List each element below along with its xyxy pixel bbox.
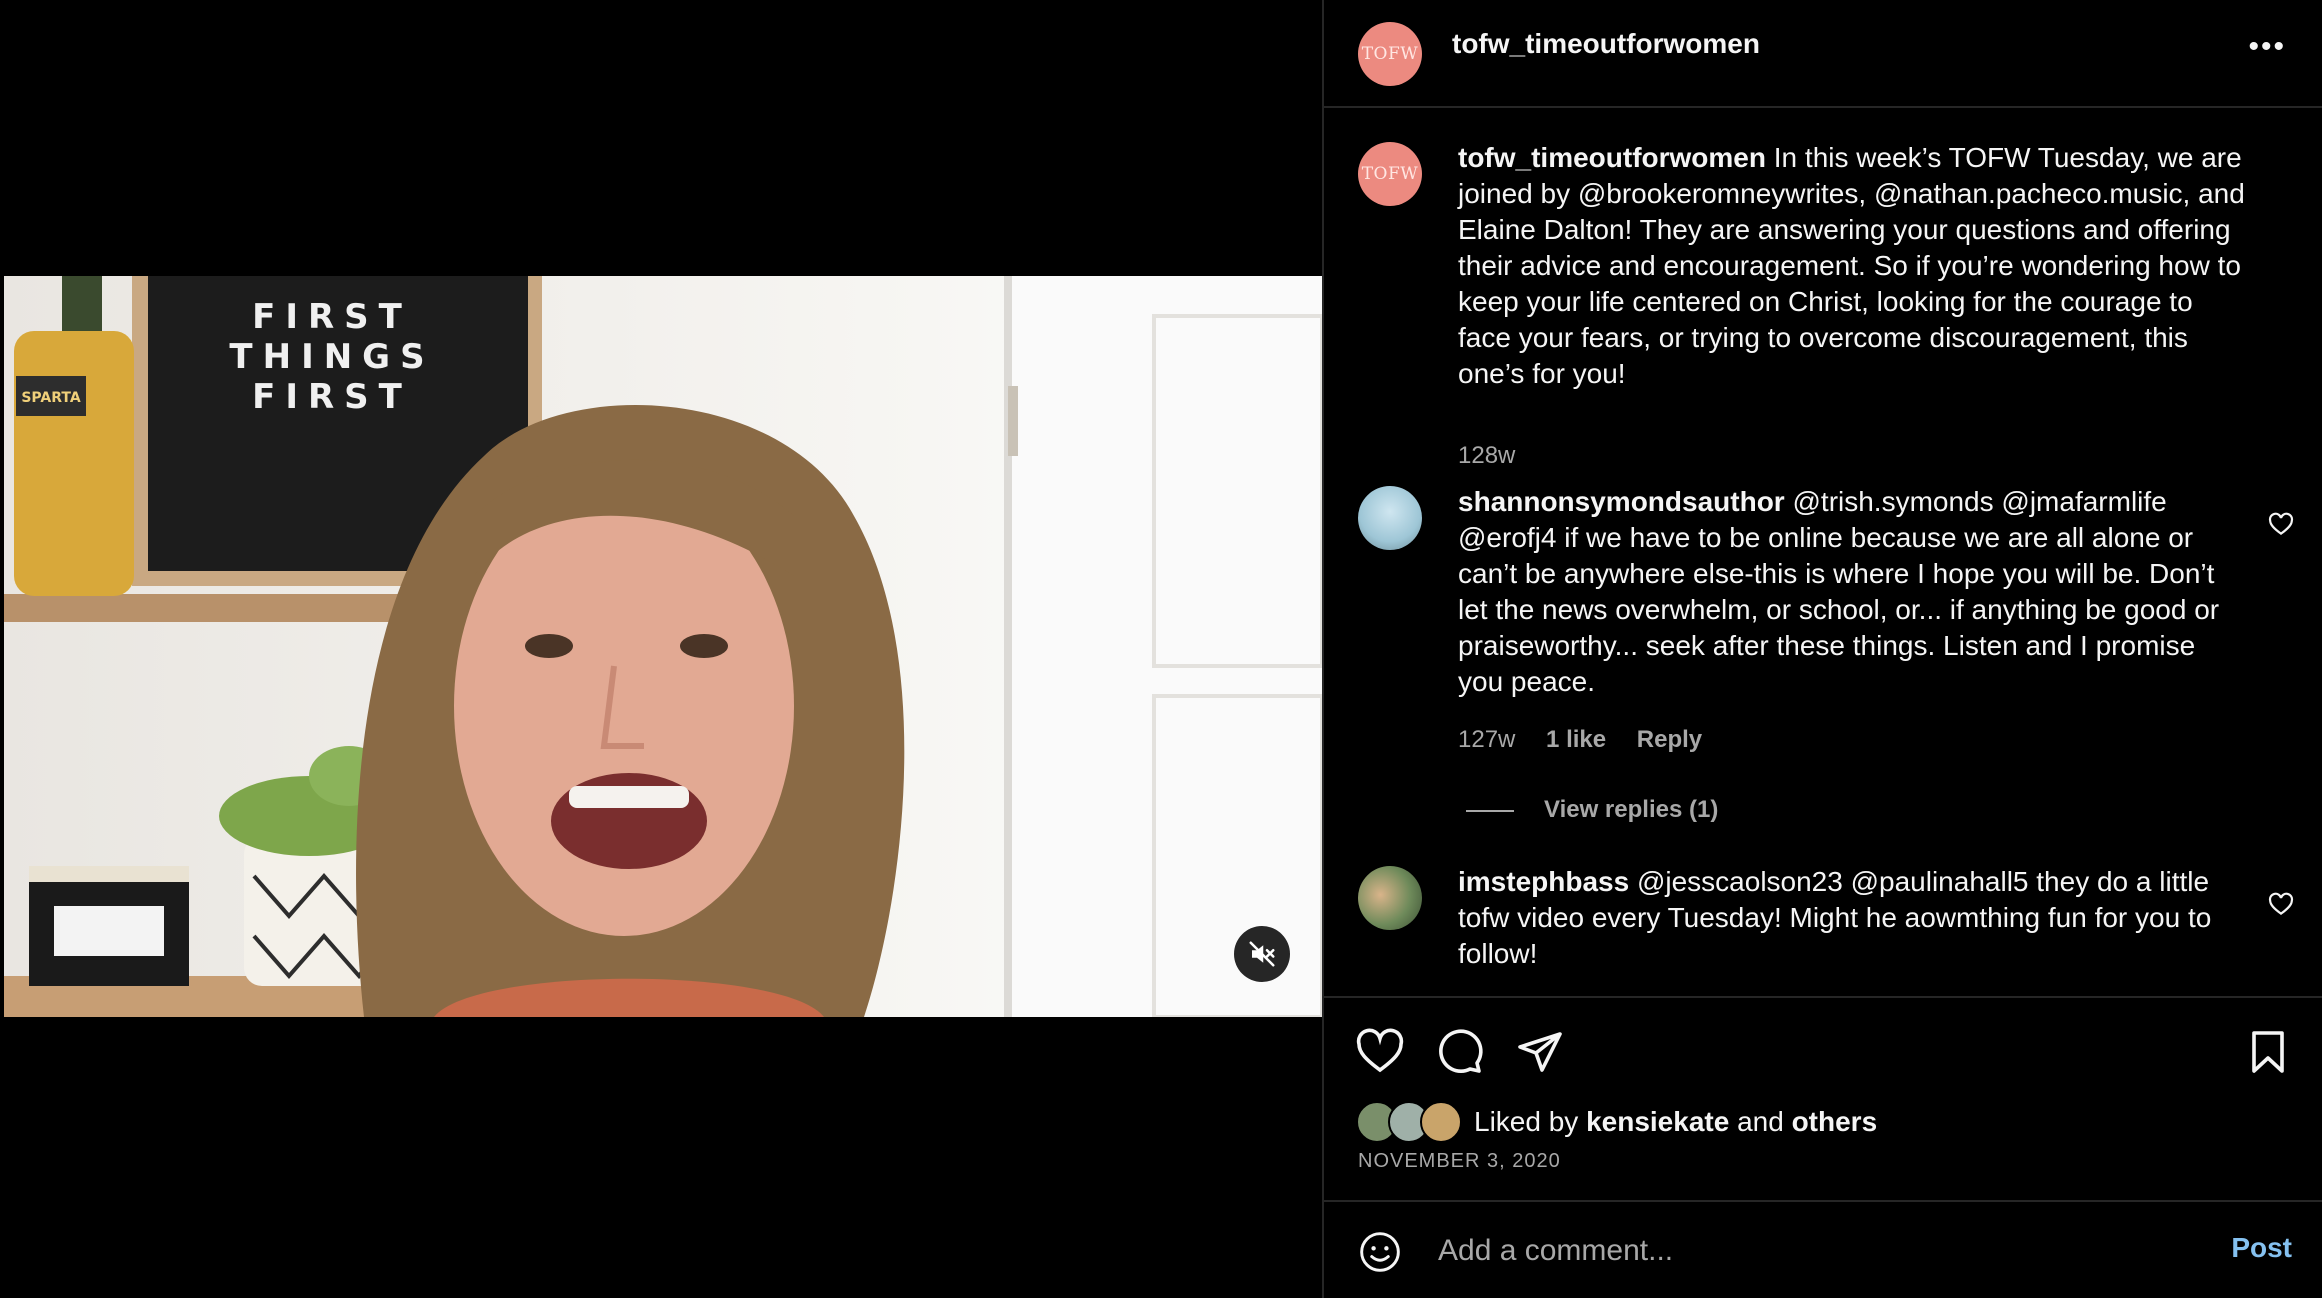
comments-list[interactable]: TOFW tofw_timeoutforwomen In this week’s…: [1324, 108, 2322, 996]
liked-by-others[interactable]: others: [1792, 1106, 1878, 1138]
sign-line-2: THINGS: [229, 337, 434, 377]
right-eye: [680, 634, 728, 658]
video-frame: FIRST THINGS FIRST SPARTA: [4, 276, 1322, 1017]
share-paper-plane-icon[interactable]: [1516, 1028, 1564, 1076]
avatar[interactable]: TOFW: [1358, 22, 1422, 86]
left-eye: [525, 634, 573, 658]
comment-text: shannonsymondsauthor @trish.symonds @jma…: [1458, 484, 2248, 700]
speaker-muted-icon: [1249, 941, 1275, 967]
comment-input[interactable]: [1436, 1228, 2140, 1274]
comment-avatar[interactable]: [1358, 486, 1422, 550]
liked-by-prefix: Liked by: [1474, 1106, 1579, 1137]
shelf: [4, 594, 424, 622]
liker-avatar: [1420, 1101, 1462, 1143]
comment-username[interactable]: imstephbass: [1458, 866, 1629, 897]
comment-avatar[interactable]: [1358, 866, 1422, 930]
oil-bottle: [14, 331, 134, 596]
replies-divider: [1466, 809, 1514, 812]
caption-username[interactable]: tofw_timeoutforwomen: [1458, 142, 1766, 173]
door-hinge: [1008, 386, 1018, 456]
liked-by: Liked by kensiekate and others: [1356, 1101, 1878, 1143]
media-viewer: FIRST THINGS FIRST SPARTA: [0, 0, 1322, 1298]
post-video[interactable]: FIRST THINGS FIRST SPARTA: [4, 276, 1322, 1017]
save-bookmark-icon[interactable]: [2244, 1028, 2292, 1076]
post-panel: TOFW tofw_timeoutforwomen ••• TOFW tofw_…: [1322, 0, 2322, 1298]
caption-text: tofw_timeoutforwomen In this week’s TOFW…: [1458, 140, 2248, 392]
reply-button[interactable]: Reply: [1637, 726, 1702, 753]
comment-age[interactable]: 127w: [1458, 726, 1515, 753]
sign-line-3: FIRST: [252, 377, 412, 417]
like-comment-heart-icon[interactable]: [2268, 892, 2294, 918]
liker-avatars[interactable]: [1356, 1101, 1462, 1143]
liked-by-user[interactable]: kensiekate: [1586, 1106, 1729, 1138]
caption-meta: 128w: [1458, 442, 1539, 470]
comment-bubble-icon[interactable]: [1436, 1028, 1484, 1076]
comment-text: imstephbass @jesscaolson23 @paulinahall5…: [1458, 864, 2248, 972]
action-bar: Liked by kensiekate and others NOVEMBER …: [1324, 996, 2322, 1200]
view-replies-button[interactable]: View replies (1): [1466, 796, 1718, 824]
comment-meta: 127w 1 like Reply: [1458, 726, 1726, 754]
caption-avatar[interactable]: TOFW: [1358, 142, 1422, 206]
caption-body: In this week’s TOFW Tuesday, we are join…: [1458, 142, 2245, 389]
post-date[interactable]: NOVEMBER 3, 2020: [1358, 1150, 1561, 1173]
post-comment-button[interactable]: Post: [2231, 1232, 2292, 1264]
liked-by-and: and: [1737, 1106, 1784, 1137]
mute-toggle-button[interactable]: [1234, 926, 1290, 982]
comment-username[interactable]: shannonsymondsauthor: [1458, 486, 1785, 517]
caption-age[interactable]: 128w: [1458, 442, 1515, 469]
emoji-icon[interactable]: [1358, 1230, 1402, 1274]
header-username[interactable]: tofw_timeoutforwomen: [1452, 28, 1760, 60]
sign-line-1: FIRST: [252, 297, 412, 337]
bottle-label: SPARTA: [21, 390, 81, 406]
comment-body: @trish.symonds @jmafarmlife @erofj4 if w…: [1458, 486, 2220, 697]
view-replies-label: View replies (1): [1544, 796, 1719, 823]
like-heart-icon[interactable]: [1356, 1028, 1404, 1076]
door: [1009, 276, 1322, 1017]
comment-likes[interactable]: 1 like: [1546, 726, 1606, 753]
post-header: TOFW tofw_timeoutforwomen •••: [1324, 0, 2322, 108]
like-comment-heart-icon[interactable]: [2268, 512, 2294, 538]
more-options-icon[interactable]: •••: [2248, 30, 2286, 64]
add-comment-bar: Post: [1324, 1200, 2322, 1298]
